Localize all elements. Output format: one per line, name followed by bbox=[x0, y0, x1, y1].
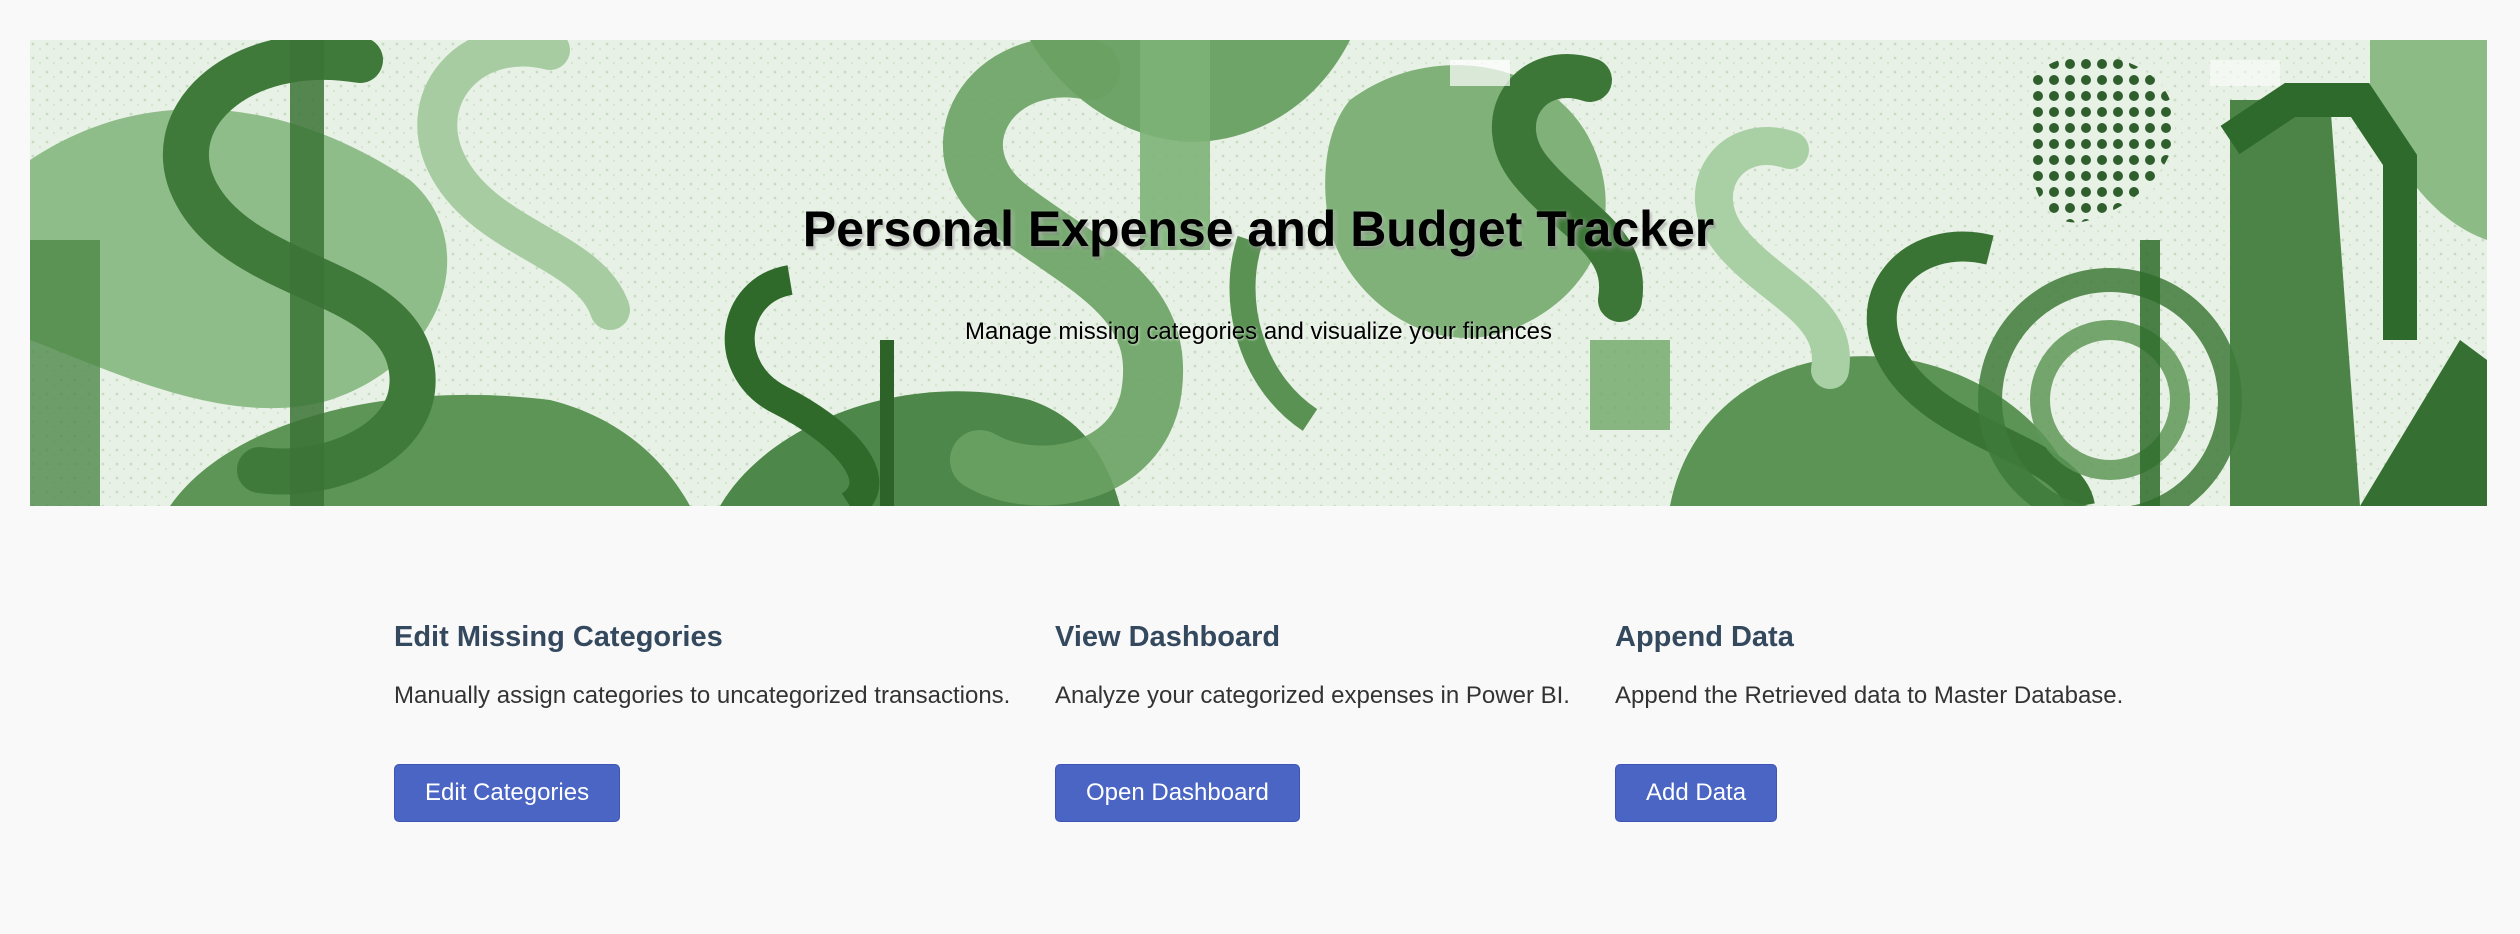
card-description: Append the Retrieved data to Master Data… bbox=[1615, 682, 2124, 709]
hero-banner: Personal Expense and Budget Tracker Mana… bbox=[30, 40, 2487, 506]
page-subtitle: Manage missing categories and visualize … bbox=[965, 318, 1552, 345]
card-heading: Edit Missing Categories bbox=[394, 621, 723, 653]
card-edit-missing-categories: Edit Missing Categories Manually assign … bbox=[394, 618, 1010, 822]
edit-categories-button[interactable]: Edit Categories bbox=[394, 764, 621, 822]
card-description: Manually assign categories to uncategori… bbox=[394, 682, 1011, 709]
open-dashboard-button[interactable]: Open Dashboard bbox=[1055, 764, 1300, 822]
card-heading: View Dashboard bbox=[1055, 621, 1281, 653]
card-heading: Append Data bbox=[1615, 621, 1794, 653]
dollar-sign-pattern-background bbox=[30, 40, 2487, 506]
card-description: Analyze your categorized expenses in Pow… bbox=[1055, 682, 1570, 709]
card-view-dashboard: View Dashboard Analyze your categorized … bbox=[1055, 618, 1570, 822]
add-data-button[interactable]: Add Data bbox=[1615, 764, 1778, 822]
page-title: Personal Expense and Budget Tracker bbox=[802, 201, 1715, 257]
card-append-data: Append Data Append the Retrieved data to… bbox=[1615, 618, 2123, 822]
